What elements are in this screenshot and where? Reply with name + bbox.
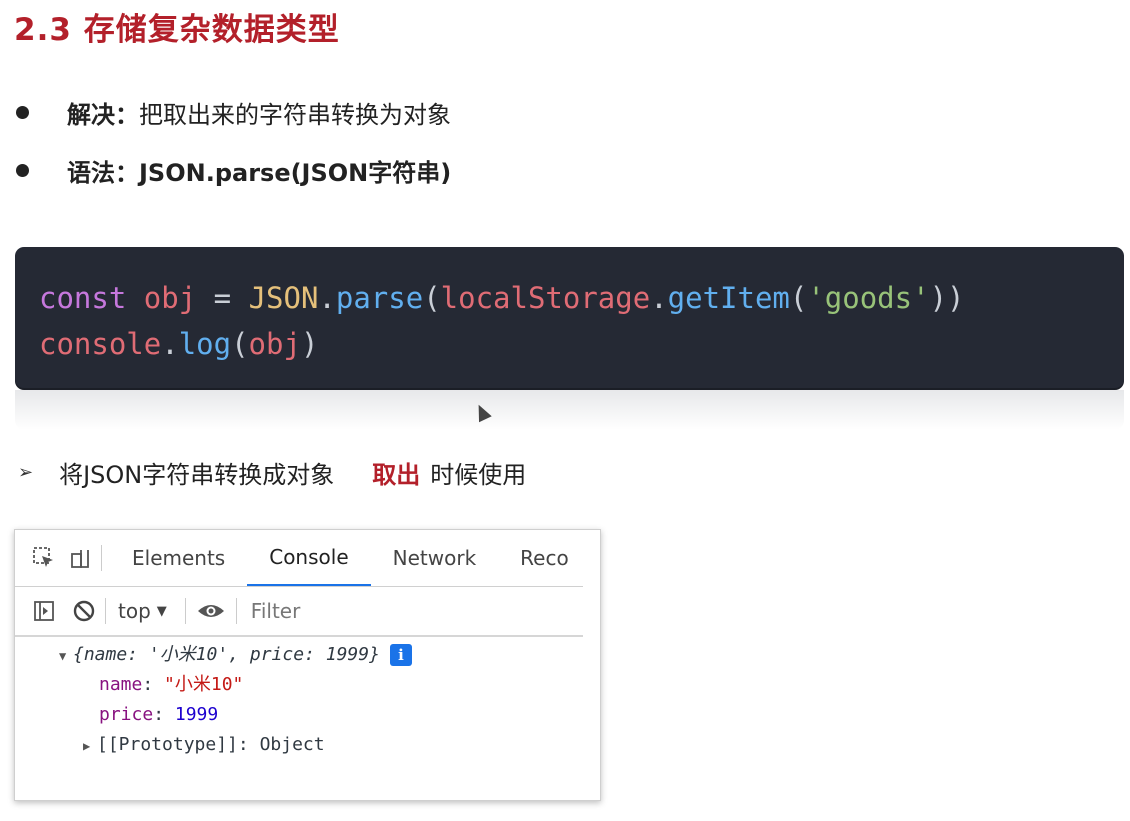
info-icon[interactable]: i: [389, 644, 412, 666]
code-operator: =: [213, 281, 232, 315]
inspect-element-icon[interactable]: [31, 545, 57, 571]
object-property-price: price: 1999: [99, 704, 219, 725]
expand-triangle-icon[interactable]: ▶: [83, 731, 97, 761]
property-value: "小米10": [164, 674, 244, 695]
divider: [235, 598, 237, 624]
sidebar-toggle-icon[interactable]: [31, 598, 57, 624]
code-keyword: const: [39, 281, 127, 315]
divider: [184, 598, 186, 624]
code-object: localStorage: [440, 281, 651, 315]
context-select[interactable]: top: [118, 599, 151, 623]
divider: [101, 545, 102, 571]
console-output: ▼ {name: '小米10', price: 1999} i name: "小米1…: [15, 640, 583, 760]
clear-console-icon[interactable]: [71, 598, 97, 624]
prototype-value: Object: [259, 734, 325, 755]
code-object: console: [39, 327, 162, 361]
arrow-bullet-icon: ➢: [18, 461, 34, 483]
tab-recorder[interactable]: Reco: [498, 530, 569, 586]
code-line-2: console.log(obj): [39, 327, 319, 361]
bullet-text: 把取出来的字符串转换为对象: [139, 100, 451, 129]
code-function: log: [178, 327, 232, 361]
bullet-label: 语法：JSON.parse(JSON字符串): [67, 158, 452, 187]
code-variable: obj: [143, 281, 197, 315]
note-suffix: 时候使用: [430, 460, 527, 489]
note-text: 将JSON字符串转换成对象: [59, 460, 335, 489]
expand-triangle-icon[interactable]: ▼: [59, 641, 73, 671]
prototype-key: [[Prototype]]: [97, 734, 238, 755]
code-reflection: [15, 390, 1124, 430]
tab-network[interactable]: Network: [371, 530, 499, 586]
bullet-syntax: 语法：JSON.parse(JSON字符串): [16, 150, 451, 190]
console-object-entry[interactable]: ▼ {name: '小米10', price: 1999} i: [15, 640, 583, 670]
bullet-solution: 解决： 把取出来的字符串转换为对象: [16, 92, 451, 132]
bullet-label: 解决：: [67, 100, 139, 129]
bullet-dot-icon: [16, 163, 29, 177]
object-prototype[interactable]: ▶ [[Prototype]]: Object: [15, 730, 583, 760]
note-highlight: 取出: [372, 460, 421, 489]
property-key: name: [99, 674, 143, 695]
eye-icon[interactable]: [194, 598, 228, 624]
tab-console[interactable]: Console: [247, 530, 371, 586]
device-toggle-icon[interactable]: [67, 545, 93, 571]
code-string: 'goods': [807, 281, 930, 315]
object-preview: {name: '小米10', price: 1999}: [73, 644, 380, 665]
code-line-1: const obj = JSON.parse(localStorage.getI…: [39, 281, 965, 315]
slide-title: 2.3 存储复杂数据类型: [14, 12, 340, 48]
code-block: const obj = JSON.parse(localStorage.getI…: [15, 247, 1124, 388]
code-variable: obj: [248, 327, 301, 361]
tab-elements[interactable]: Elements: [110, 530, 247, 586]
devtools-panel: Elements Console Network Reco top ▼ ▼{na…: [14, 529, 601, 801]
divider: [105, 598, 106, 624]
property-key: price: [99, 704, 154, 725]
devtools-tabbar: Elements Console Network Reco: [15, 530, 583, 587]
object-property-name: name: "小米10": [99, 674, 244, 695]
code-function: parse: [335, 281, 424, 315]
filter-input[interactable]: [248, 598, 503, 624]
console-toolbar: top ▼: [15, 587, 583, 637]
chevron-down-icon[interactable]: ▼: [157, 604, 167, 619]
code-object: JSON: [248, 281, 319, 315]
code-function: getItem: [667, 281, 790, 315]
note-row: ➢ 将JSON字符串转换成对象 取出 时候使用: [18, 452, 526, 492]
bullet-dot-icon: [16, 105, 29, 119]
property-value: 1999: [174, 704, 219, 725]
